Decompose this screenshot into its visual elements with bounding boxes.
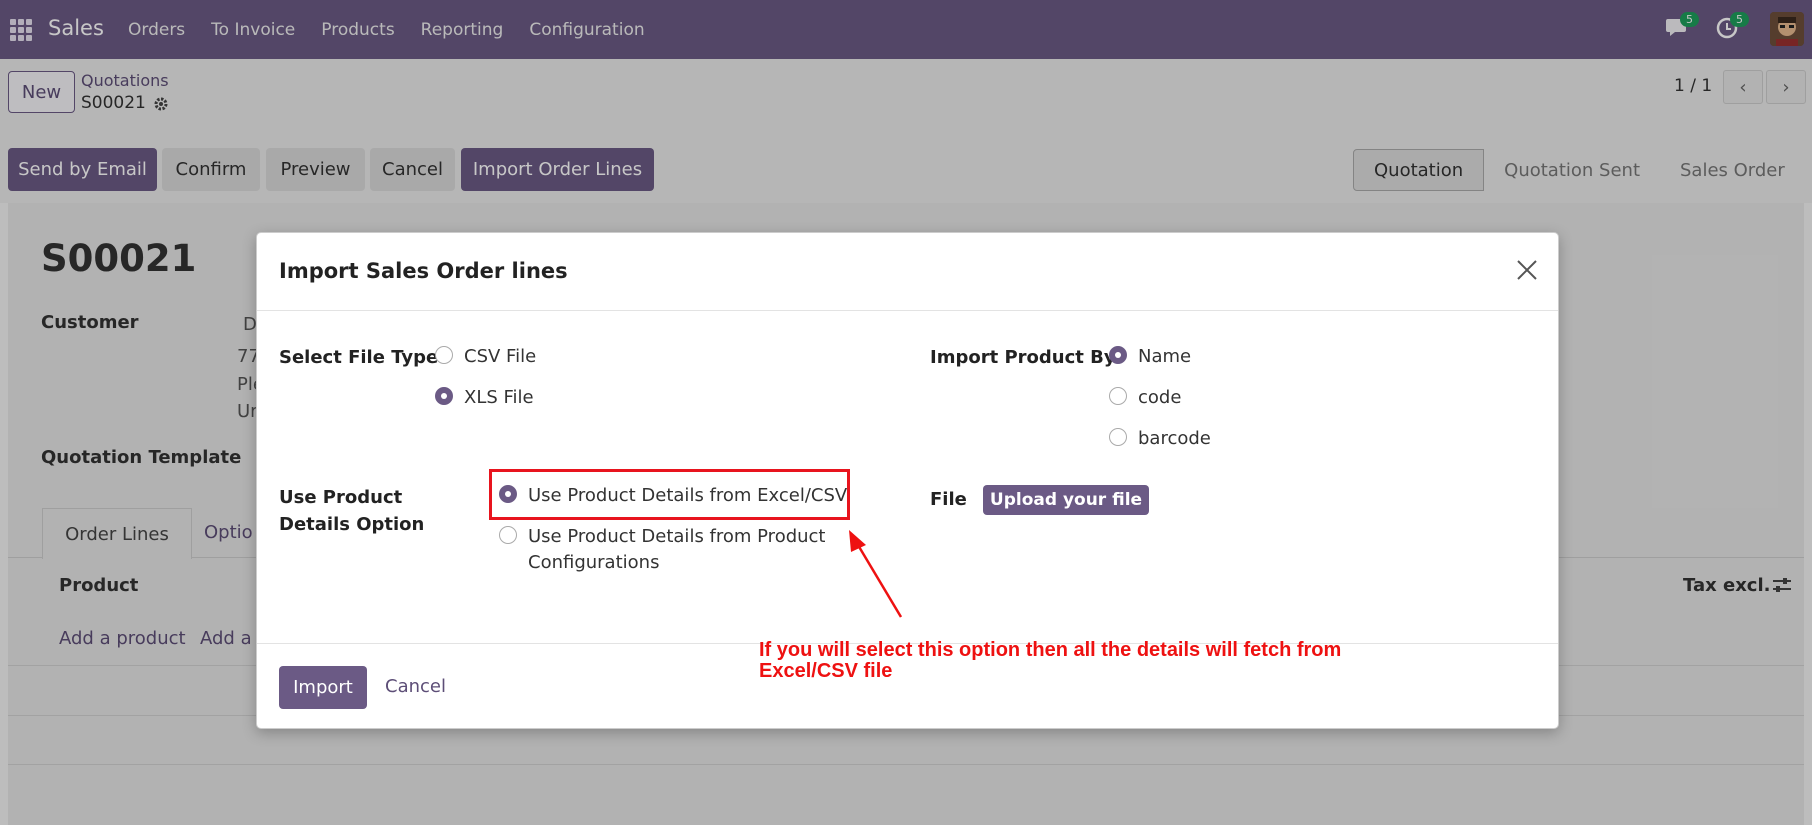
annotation-arrow	[849, 530, 903, 618]
annotation-text: If you will select this option then all …	[759, 639, 1342, 682]
